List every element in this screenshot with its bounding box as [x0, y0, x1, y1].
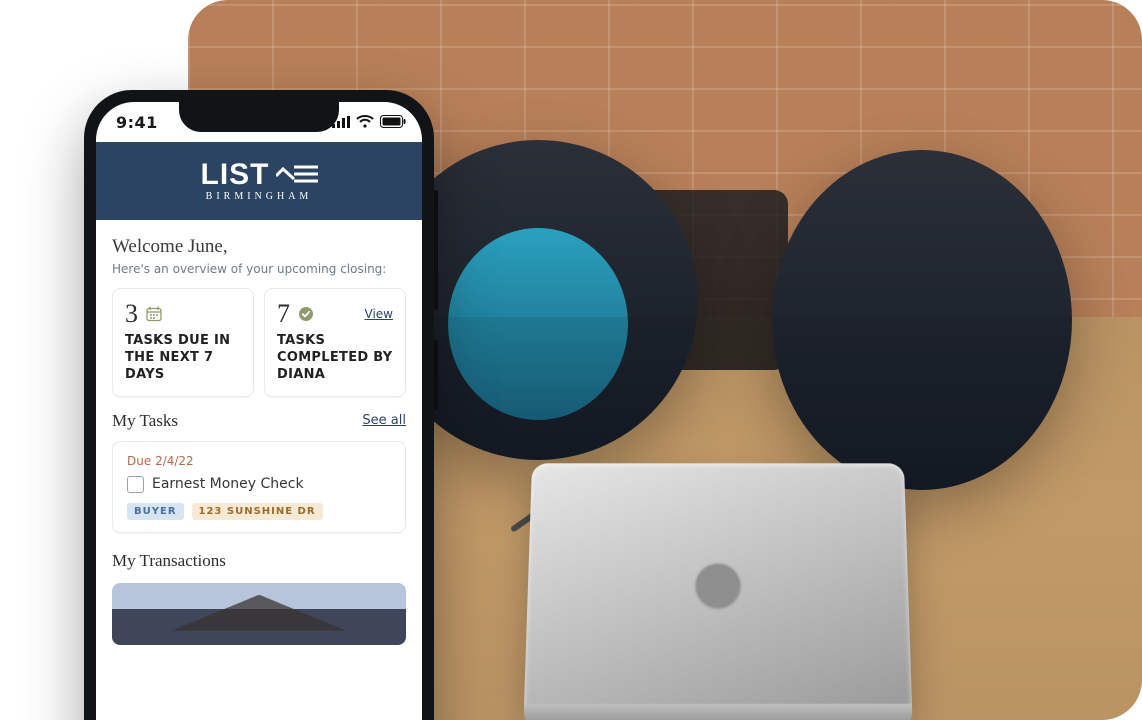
- card-tasks-completed[interactable]: 7 View TASKS COMPLETED BY DIANA: [264, 288, 406, 397]
- chip-buyer: BUYER: [127, 503, 184, 520]
- status-icons: [332, 113, 406, 132]
- status-time: 9:41: [116, 113, 158, 132]
- viewport: 9:41: [0, 0, 1142, 720]
- tasks-due-label: TASKS DUE IN THE NEXT 7 DAYS: [125, 333, 241, 384]
- my-tasks-header: My Tasks See all: [112, 411, 406, 431]
- welcome-title: Welcome June,: [112, 236, 406, 258]
- my-tasks-heading: My Tasks: [112, 411, 178, 431]
- card-top: 7 View: [277, 299, 393, 329]
- overview-cards: 3: [112, 288, 406, 397]
- task-card[interactable]: Due 2/4/22 Earnest Money Check BUYER 123…: [112, 441, 406, 533]
- transaction-image-placeholder: [172, 595, 346, 631]
- phone-screen: 9:41: [96, 102, 422, 720]
- calendar-icon: [146, 306, 162, 322]
- tasks-completed-count: 7: [277, 299, 290, 329]
- brand-sub: BIRMINGHAM: [206, 192, 313, 202]
- my-transactions-heading: My Transactions: [112, 551, 226, 571]
- tasks-due-count: 3: [125, 299, 138, 329]
- card-tasks-due[interactable]: 3: [112, 288, 254, 397]
- check-circle-icon: [298, 306, 314, 322]
- transaction-card[interactable]: [112, 583, 406, 645]
- brand-word: LIST: [201, 160, 270, 190]
- photo-laptop-logo: [695, 562, 741, 608]
- photo-laptop: [524, 463, 912, 712]
- brand: LIST BIRMINGHAM: [201, 160, 318, 202]
- photo-person-right: [772, 150, 1072, 490]
- chip-address: 123 SUNSHINE DR: [192, 503, 323, 520]
- welcome-subtitle: Here's an overview of your upcoming clos…: [112, 262, 406, 276]
- content-scroll[interactable]: Welcome June, Here's an overview of your…: [96, 220, 422, 645]
- task-checkbox[interactable]: [127, 476, 144, 493]
- phone-frame: 9:41: [84, 90, 434, 720]
- task-title: Earnest Money Check: [152, 476, 304, 492]
- card-top: 3: [125, 299, 241, 329]
- task-chips: BUYER 123 SUNSHINE DR: [127, 503, 391, 520]
- brand-top: LIST: [201, 160, 318, 190]
- battery-icon: [380, 113, 406, 132]
- brand-mark-icon: [276, 160, 318, 190]
- app-header: LIST BIRMINGHAM: [96, 142, 422, 220]
- see-all-tasks-link[interactable]: See all: [362, 413, 406, 428]
- phone-notch: [179, 102, 339, 132]
- task-due: Due 2/4/22: [127, 454, 391, 468]
- view-completed-link[interactable]: View: [365, 307, 393, 321]
- my-transactions-header: My Transactions: [112, 551, 406, 571]
- wifi-icon: [356, 113, 374, 132]
- task-due-prefix: Due: [127, 454, 151, 468]
- photo-laptop-hinge: [523, 704, 912, 720]
- tasks-completed-label: TASKS COMPLETED BY DIANA: [277, 333, 393, 384]
- task-due-date: 2/4/22: [155, 454, 194, 468]
